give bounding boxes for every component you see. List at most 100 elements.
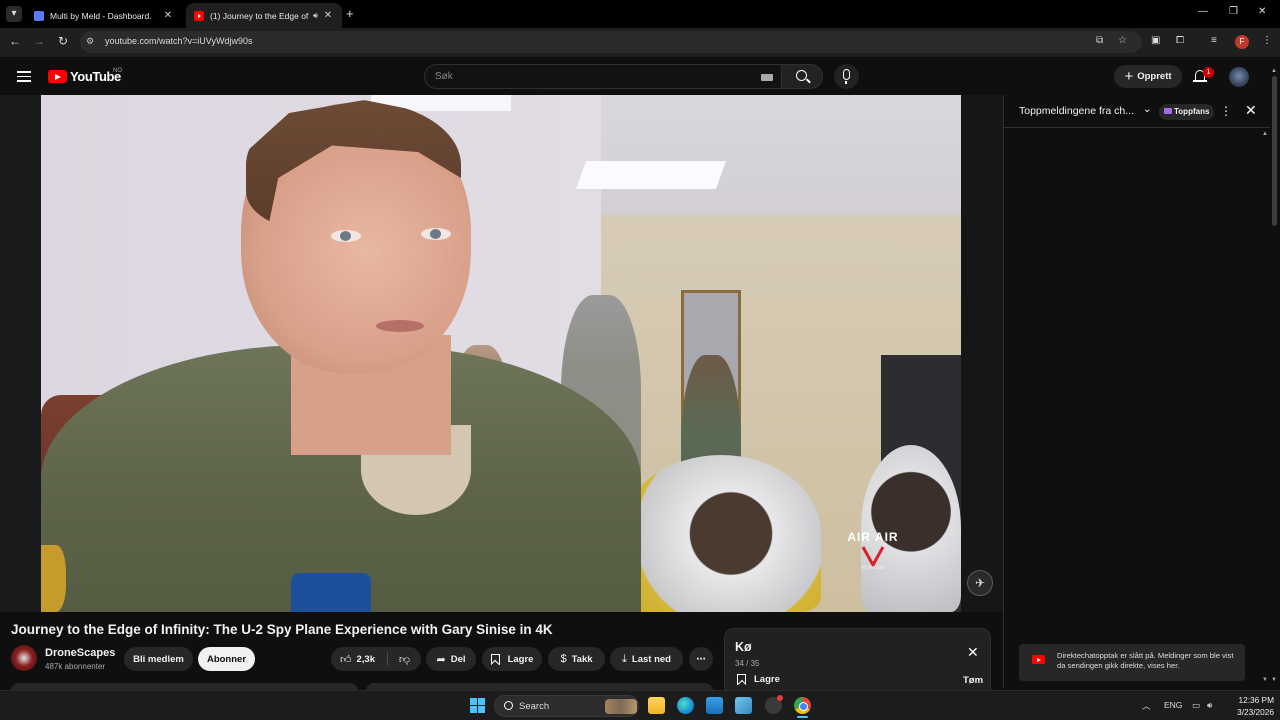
edge-browser-icon[interactable]: [677, 697, 694, 714]
channel-watermark-icon[interactable]: ✈︎: [967, 570, 993, 596]
more-actions-button[interactable]: ⋯: [689, 647, 713, 671]
create-button[interactable]: + Opprett: [1114, 65, 1182, 88]
chat-header: Toppmeldingene fra ch... ⌄ Toppfans ⋮ ✕: [1004, 95, 1270, 128]
new-tab-button[interactable]: +: [346, 6, 354, 21]
file-explorer-icon[interactable]: [648, 697, 665, 714]
search-input[interactable]: Søk: [424, 64, 782, 89]
browser-tab-youtube[interactable]: (1) Journey to the Edge of I 🔊︎ ✕: [186, 3, 342, 28]
language-indicator[interactable]: ENG: [1164, 700, 1182, 710]
browser-tab-strip: ▾ Multi by Meld - Dashboard. ✕ (1) Journ…: [0, 0, 1280, 28]
queue-title: Kø: [735, 640, 752, 654]
browser-toolbar: ← → ↻ ⚙︎ youtube.com/watch?v=iUVyWdjw90s…: [0, 28, 1280, 57]
scroll-down-icon[interactable]: ▼: [1262, 677, 1268, 683]
thanks-label: Takk: [571, 653, 593, 665]
restore-icon[interactable]: ❐: [1229, 6, 1238, 17]
scrollbar-thumb[interactable]: [1272, 76, 1277, 226]
search-highlight-image: [605, 699, 637, 714]
channel-avatar[interactable]: [11, 645, 37, 671]
site-info-icon[interactable]: ⚙︎: [86, 36, 94, 47]
profile-avatar[interactable]: F: [1235, 35, 1249, 49]
subscribe-button[interactable]: Abonner: [198, 647, 255, 671]
more-options-icon[interactable]: ⋮: [1220, 104, 1232, 118]
search-button[interactable]: [781, 64, 823, 89]
minimize-icon[interactable]: —: [1198, 6, 1208, 17]
close-icon[interactable]: ✕: [162, 10, 174, 21]
more-horizontal-icon: ⋯: [696, 653, 706, 665]
forward-button[interactable]: →: [31, 34, 47, 48]
windows-start-icon[interactable]: [470, 698, 485, 713]
thumbs-up-icon: 👍︎: [340, 653, 352, 666]
chrome-icon[interactable]: [794, 697, 811, 714]
youtube-logo[interactable]: YouTube: [48, 69, 121, 84]
tab-title: (1) Journey to the Edge of I: [210, 10, 309, 21]
tray-overflow-icon[interactable]: ︿: [1142, 700, 1151, 712]
video-player[interactable]: AIR AIR Air Air Jam: [41, 95, 961, 612]
like-count: 2,3k: [356, 653, 376, 665]
close-icon[interactable]: ✕: [1245, 102, 1257, 119]
speaker-icon[interactable]: 🔊︎: [313, 11, 318, 21]
snipping-tool-icon[interactable]: [735, 697, 752, 714]
tab-search-button[interactable]: ▾: [6, 6, 22, 22]
share-label: Del: [450, 653, 466, 665]
active-app-indicator: [797, 716, 808, 718]
queue-position: 34 / 35: [735, 659, 760, 668]
download-button[interactable]: ⤓ Last ned: [610, 647, 683, 671]
share-button[interactable]: ➦ Del: [426, 647, 476, 671]
top-fans-label: Toppfans: [1174, 107, 1210, 116]
system-clock[interactable]: 12:36 PM 3/23/2026: [1222, 694, 1274, 718]
queue-save-button[interactable]: Lagre: [737, 674, 780, 685]
thanks-button[interactable]: $ Takk: [548, 647, 605, 671]
close-icon[interactable]: ✕: [967, 644, 979, 661]
queue-clear-button[interactable]: Tøm: [963, 675, 983, 686]
url-text[interactable]: youtube.com/watch?v=iUVyWdjw90s: [105, 36, 252, 46]
chat-replay-notice: Direktechatopptak er slått på. Meldinger…: [1019, 644, 1245, 681]
save-button[interactable]: Lagre: [482, 647, 542, 671]
queue-panel: Kø 34 / 35 ✕ Lagre Tøm: [724, 628, 991, 690]
browser-menu-icon[interactable]: ⋮: [1262, 35, 1272, 46]
clock-date: 3/23/2026: [1237, 707, 1274, 717]
network-icon[interactable]: ▭: [1192, 700, 1200, 711]
save-label: Lagre: [507, 653, 534, 665]
microphone-icon: [843, 69, 850, 84]
search-icon: [504, 701, 513, 710]
extension-icon[interactable]: ▣: [1151, 35, 1160, 46]
close-icon[interactable]: ✕: [322, 10, 334, 21]
chevron-down-icon[interactable]: ⌄: [1143, 104, 1151, 115]
install-app-icon[interactable]: ⧉: [1096, 35, 1103, 46]
join-button[interactable]: Bli medlem: [124, 647, 193, 671]
volume-icon[interactable]: 🔊︎: [1207, 700, 1212, 711]
keyboard-icon[interactable]: [761, 74, 773, 81]
scroll-up-icon[interactable]: ▲: [1271, 68, 1277, 74]
media-control-icon[interactable]: ≡: [1211, 35, 1217, 46]
live-chat-replay-panel: Toppmeldingene fra ch... ⌄ Toppfans ⋮ ✕ …: [1003, 95, 1270, 688]
notification-dot: [777, 695, 783, 701]
page-scrollbar[interactable]: ▲ ▼: [1270, 68, 1278, 688]
youtube-header: YouTube NO Søk + Opprett: [0, 57, 1280, 95]
reload-button[interactable]: ↻: [55, 34, 71, 48]
account-avatar[interactable]: [1229, 67, 1249, 87]
scroll-down-icon[interactable]: ▼: [1271, 677, 1277, 683]
top-fans-badge[interactable]: Toppfans: [1159, 104, 1215, 120]
tab-title: Multi by Meld - Dashboard.: [50, 10, 152, 21]
menu-icon[interactable]: [17, 71, 31, 82]
bookmark-star-icon[interactable]: ☆: [1118, 35, 1127, 46]
window-close-icon[interactable]: ✕: [1258, 6, 1266, 17]
address-bar[interactable]: ⚙︎ youtube.com/watch?v=iUVyWdjw90s ⧉ ☆: [80, 31, 1142, 53]
download-icon: ⤓: [622, 652, 627, 665]
download-label: Last ned: [631, 653, 671, 665]
taskbar-search-label: Search: [519, 701, 550, 712]
chat-mode-label[interactable]: Toppmeldingene fra ch...: [1019, 105, 1134, 117]
voice-search-button[interactable]: [834, 64, 859, 89]
country-code: NO: [113, 68, 122, 74]
taskbar-search[interactable]: Search: [494, 695, 639, 717]
dislike-button[interactable]: 👎︎: [388, 647, 421, 671]
channel-name[interactable]: DroneScapes: [45, 647, 115, 659]
like-button[interactable]: 👍︎ 2,3k: [331, 647, 384, 671]
back-button[interactable]: ←: [7, 34, 23, 48]
chat-scrollbar[interactable]: ▲ ▼: [1262, 131, 1268, 686]
notification-count-badge: 1: [1203, 67, 1214, 78]
scroll-up-icon[interactable]: ▲: [1262, 131, 1268, 137]
extensions-puzzle-icon[interactable]: ⧠: [1176, 35, 1184, 46]
store-icon[interactable]: [706, 697, 723, 714]
browser-tab-meld[interactable]: Multi by Meld - Dashboard. ✕: [26, 3, 182, 28]
